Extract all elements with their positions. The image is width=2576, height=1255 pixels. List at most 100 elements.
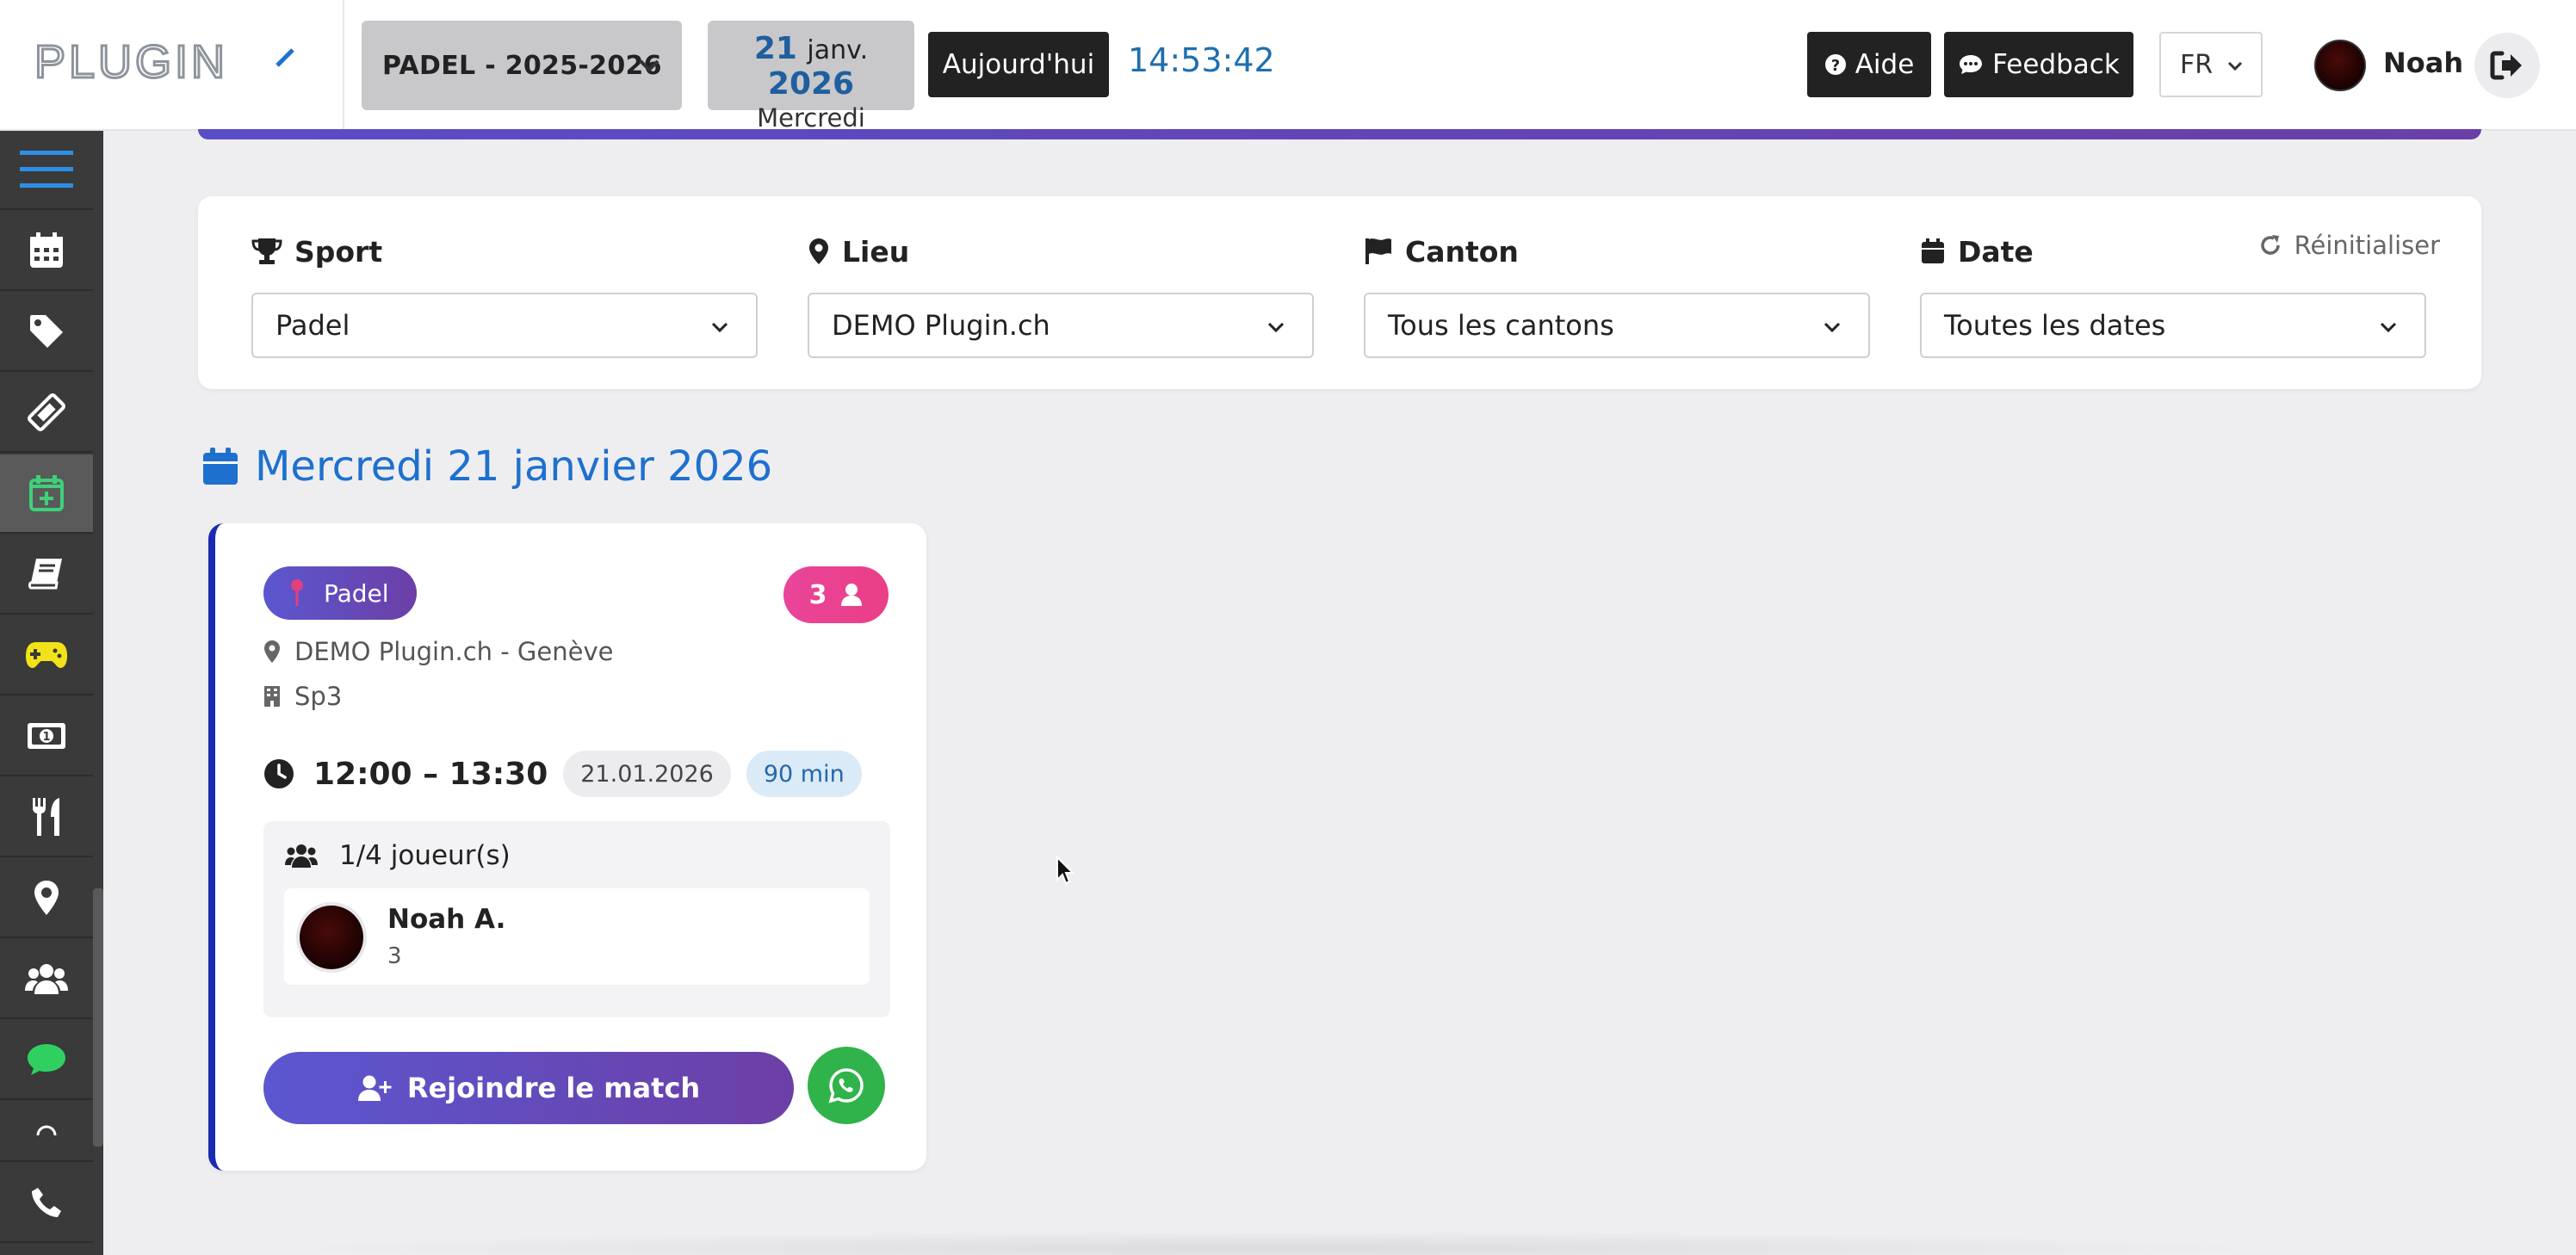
current-date-box[interactable]: 21 janv. 2026 Mercredi (708, 21, 914, 133)
reset-filters-button[interactable]: Réinitialiser (2258, 231, 2440, 260)
sidebar-item-chat[interactable] (0, 1021, 93, 1100)
match-date-pill: 21.01.2026 (563, 751, 731, 797)
whatsapp-share-button[interactable] (808, 1047, 885, 1124)
sidebar-item-phone[interactable] (0, 1164, 93, 1243)
language-select[interactable]: FR (2159, 32, 2263, 97)
book-icon (28, 559, 62, 590)
logout-button[interactable] (2474, 33, 2540, 98)
feedback-button[interactable]: Feedback (1944, 32, 2133, 97)
user-avatar[interactable] (2314, 40, 2366, 91)
sidebar-item-book[interactable] (0, 535, 93, 615)
plugin-logo[interactable]: PLUGIN (34, 40, 312, 84)
date-select[interactable]: Toutes les dates (1920, 293, 2426, 358)
season-label: PADEL - 2025-2026 (382, 50, 662, 81)
chevron-down-icon (2227, 61, 2243, 71)
sport-select[interactable]: Padel (251, 293, 758, 358)
svg-text:1: 1 (42, 731, 50, 744)
match-court: Sp3 (294, 682, 343, 711)
lieu-select-value: DEMO Plugin.ch (832, 309, 1050, 342)
tag-icon (30, 315, 63, 348)
player-name: Noah A. (387, 904, 506, 935)
filter-canton: Canton Tous les cantons (1364, 234, 1870, 358)
map-marker-icon (34, 881, 59, 915)
canton-select[interactable]: Tous les cantons (1364, 293, 1870, 358)
clock: 14:53:42 (1128, 41, 1275, 79)
filter-sport: Sport Padel (251, 234, 758, 358)
sidebar-item-members[interactable] (0, 940, 93, 1019)
sidebar-item-restaurant[interactable] (0, 778, 93, 857)
chevron-down-icon (639, 59, 659, 72)
padel-racket-icon (291, 579, 303, 606)
utensils-icon (33, 798, 59, 836)
sport-select-value: Padel (276, 309, 350, 342)
sidebar-menu-toggle[interactable] (0, 131, 93, 210)
help-label: Aide (1855, 49, 1915, 80)
help-button[interactable]: ? Aide (1807, 32, 1931, 97)
join-match-button[interactable]: Rejoindre le match (263, 1052, 794, 1124)
sidebar-item-matches[interactable] (0, 454, 93, 534)
canton-select-value: Tous les cantons (1388, 309, 1614, 342)
match-court-row: Sp3 (263, 682, 342, 711)
match-time-row: 12:00 – 13:30 21.01.2026 90 min (263, 751, 862, 797)
map-marker-icon (264, 640, 280, 663)
language-label: FR (2180, 49, 2214, 80)
player-row[interactable]: Noah A. 3 (284, 888, 870, 985)
building-icon (264, 686, 280, 707)
player-level: 3 (387, 943, 402, 969)
sidebar-item-tags[interactable] (0, 293, 93, 372)
gamepad-icon (26, 642, 67, 668)
participants-count: 3 (808, 579, 827, 610)
users-icon (285, 844, 318, 868)
map-marker-icon (809, 238, 828, 264)
sidebar-item-locations[interactable] (0, 859, 93, 938)
money-icon: 1 (28, 723, 65, 749)
today-button[interactable]: Aujourd'hui (928, 32, 1109, 97)
comment-dots-icon (1960, 55, 1983, 74)
sidebar-item-calendar[interactable] (0, 212, 93, 291)
calendar-icon (30, 232, 63, 268)
filter-lieu-label: Lieu (842, 234, 910, 269)
feedback-label: Feedback (1992, 49, 2120, 80)
flag-icon (1365, 238, 1391, 264)
filter-canton-label: Canton (1405, 234, 1519, 269)
players-box: 1/4 joueur(s) Noah A. 3 (263, 821, 890, 1017)
chat-icon (28, 1044, 65, 1075)
lieu-select[interactable]: DEMO Plugin.ch (808, 293, 1314, 358)
player-avatar (300, 906, 363, 969)
filter-date-label: Date (1958, 234, 2034, 269)
redo-icon (2260, 235, 2280, 255)
chevron-down-icon (1267, 322, 1285, 333)
logo-area: PLUGIN (0, 0, 344, 131)
date-weekday: Mercredi (757, 103, 865, 133)
reset-label: Réinitialiser (2294, 231, 2440, 260)
loading-icon (36, 1125, 57, 1136)
match-duration-pill: 90 min (746, 751, 862, 797)
season-select[interactable]: PADEL - 2025-2026 (362, 21, 682, 110)
filter-panel: Sport Padel Lieu DEMO Plugin.ch Canton T… (198, 196, 2481, 389)
participants-count-badge: 3 (783, 566, 889, 623)
sidebar-scrollbar[interactable] (93, 888, 103, 1147)
sidebar-item-tickets[interactable] (0, 374, 93, 453)
menu-icon (20, 151, 73, 188)
sign-out-icon (2490, 51, 2522, 80)
trophy-icon (251, 238, 282, 264)
day-heading: Mercredi 21 janvier 2026 (201, 442, 772, 491)
phone-icon (32, 1188, 61, 1217)
match-card[interactable]: Padel 3 DEMO Plugin.ch - Genève Sp3 12:0… (208, 523, 926, 1171)
sidebar-item-payments[interactable]: 1 (0, 697, 93, 776)
user-name[interactable]: Noah (2383, 46, 2463, 79)
user-plus-icon (357, 1075, 392, 1101)
ticket-icon (28, 393, 65, 431)
header-banner-edge (198, 129, 2481, 139)
svg-text:?: ? (1830, 57, 1839, 75)
top-bar: PLUGIN PADEL - 2025-2026 21 janv. 2026 M… (0, 0, 2576, 133)
sidebar-item-loading[interactable] (0, 1102, 93, 1162)
match-location: DEMO Plugin.ch - Genève (294, 637, 614, 666)
filter-sport-label: Sport (294, 234, 383, 269)
users-icon (25, 964, 68, 994)
clock-icon (264, 759, 294, 788)
join-match-label: Rejoindre le match (406, 1072, 701, 1104)
sidebar-item-games[interactable] (0, 616, 93, 696)
calendar-icon (1922, 238, 1944, 263)
day-heading-text: Mercredi 21 janvier 2026 (255, 442, 773, 491)
